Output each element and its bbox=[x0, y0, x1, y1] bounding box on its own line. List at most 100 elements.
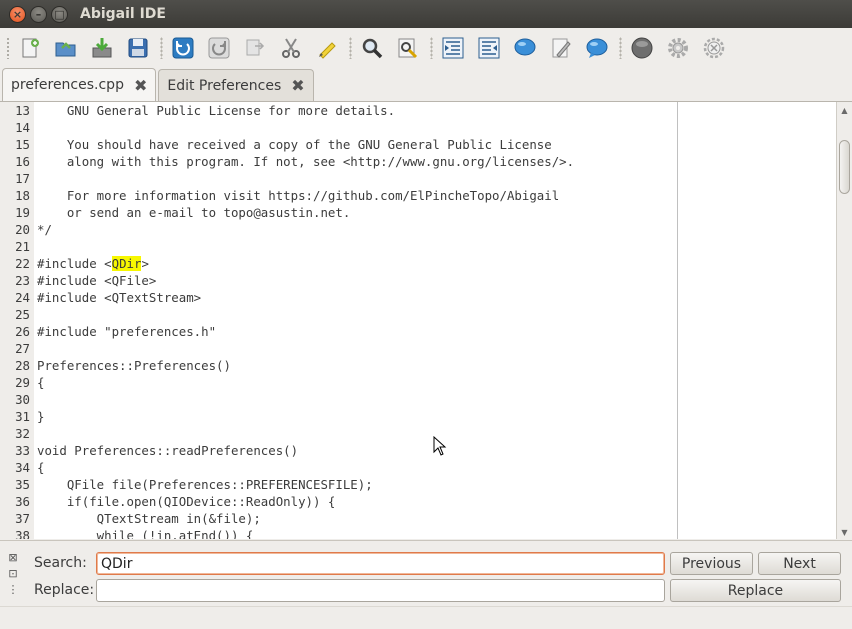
code-line[interactable]: 23 #include <QFile> bbox=[0, 272, 677, 289]
code-segment: You should have received a copy of the G… bbox=[37, 137, 552, 152]
code-line[interactable]: 20 */ bbox=[0, 221, 677, 238]
build-settings-button[interactable] bbox=[700, 34, 728, 62]
code-text[interactable]: QFile file(Preferences::PREFERENCESFILE)… bbox=[30, 476, 373, 493]
find-button[interactable] bbox=[358, 34, 386, 62]
window-close-button[interactable]: × bbox=[9, 5, 26, 23]
code-text[interactable]: For more information visit https://githu… bbox=[30, 187, 559, 204]
paste-button[interactable] bbox=[313, 34, 341, 62]
new-file-button[interactable] bbox=[16, 34, 44, 62]
code-text[interactable]: if(file.open(QIODevice::ReadOnly)) { bbox=[30, 493, 336, 510]
code-text[interactable] bbox=[30, 119, 37, 136]
editor-tabs: preferences.cpp ✖ Edit Preferences ✖ bbox=[0, 68, 852, 101]
comment-button[interactable] bbox=[511, 34, 539, 62]
code-text[interactable]: { bbox=[30, 374, 44, 391]
tab-preferences-cpp[interactable]: preferences.cpp ✖ bbox=[2, 68, 157, 101]
code-text[interactable] bbox=[30, 306, 37, 323]
line-number: 32 bbox=[15, 426, 30, 441]
code-text[interactable]: #include <QTextStream> bbox=[30, 289, 201, 306]
code-line[interactable]: 29 { bbox=[0, 374, 677, 391]
code-line[interactable]: 16 along with this program. If not, see … bbox=[0, 153, 677, 170]
code-line[interactable]: 36 if(file.open(QIODevice::ReadOnly)) { bbox=[0, 493, 677, 510]
copy-icon bbox=[246, 39, 265, 56]
code-text[interactable]: } bbox=[30, 408, 44, 425]
tab-edit-preferences[interactable]: Edit Preferences ✖ bbox=[158, 69, 314, 101]
replace-button[interactable]: Replace bbox=[670, 579, 841, 602]
code-line[interactable]: 30 bbox=[0, 391, 677, 408]
scroll-down-arrow-icon[interactable]: ▼ bbox=[837, 524, 852, 539]
tab-close-icon[interactable]: ✖ bbox=[291, 76, 304, 95]
code-line[interactable]: 22 #include <QDir> bbox=[0, 255, 677, 272]
code-line[interactable]: 31} bbox=[0, 408, 677, 425]
code-text[interactable]: */ bbox=[30, 221, 52, 238]
search-replace-panel: ⊠ ⊡ ⋮ Search: Previous Next Replace: Rep… bbox=[0, 540, 852, 606]
code-line[interactable]: 28 Preferences::Preferences() bbox=[0, 357, 677, 374]
close-panel-icon[interactable]: ⊠ bbox=[6, 549, 20, 565]
code-line[interactable]: 37 QTextStream in(&file); bbox=[0, 510, 677, 527]
window-maximize-button[interactable]: □ bbox=[51, 5, 68, 23]
cut-button[interactable] bbox=[277, 34, 305, 62]
open-file-button[interactable] bbox=[52, 34, 80, 62]
code-line[interactable]: 27 bbox=[0, 340, 677, 357]
scroll-up-arrow-icon[interactable]: ▲ bbox=[837, 102, 852, 118]
code-text[interactable]: { bbox=[30, 459, 44, 476]
vertical-scrollbar[interactable]: ▲ ▼ bbox=[836, 102, 852, 539]
code-line[interactable]: 21 bbox=[0, 238, 677, 255]
code-text[interactable]: #include <QDir> bbox=[30, 255, 149, 272]
code-text[interactable]: Preferences::Preferences() bbox=[30, 357, 231, 374]
code-text[interactable] bbox=[30, 238, 37, 255]
code-text[interactable]: QTextStream in(&file); bbox=[30, 510, 261, 527]
code-line[interactable]: 32 bbox=[0, 425, 677, 442]
code-text[interactable]: void Preferences::readPreferences() bbox=[30, 442, 298, 459]
code-text[interactable]: GNU General Public License for more deta… bbox=[30, 102, 395, 119]
code-text[interactable] bbox=[30, 391, 37, 408]
grip-icon[interactable]: ⋮ bbox=[6, 581, 20, 597]
copy-button[interactable] bbox=[241, 34, 269, 62]
next-button[interactable]: Next bbox=[758, 552, 841, 575]
window-minimize-button[interactable]: – bbox=[30, 5, 47, 23]
find-replace-button[interactable] bbox=[394, 34, 422, 62]
uncomment-button[interactable] bbox=[583, 34, 611, 62]
code-text[interactable]: #include <QFile> bbox=[30, 272, 156, 289]
settings-button[interactable] bbox=[664, 34, 692, 62]
save-file-button[interactable] bbox=[88, 34, 116, 62]
scrollbar-thumb[interactable] bbox=[839, 140, 850, 194]
code-line[interactable]: 14 bbox=[0, 119, 677, 136]
code-line[interactable]: 33 void Preferences::readPreferences() bbox=[0, 442, 677, 459]
indent-button[interactable] bbox=[439, 34, 467, 62]
tab-close-icon[interactable]: ✖ bbox=[134, 76, 147, 95]
code-text[interactable]: while (!in.atEnd()) { bbox=[30, 527, 254, 539]
code-lines[interactable]: 13 GNU General Public License for more d… bbox=[0, 102, 677, 539]
code-line[interactable]: 34 { bbox=[0, 459, 677, 476]
code-line[interactable]: 26 #include "preferences.h" bbox=[0, 323, 677, 340]
previous-button[interactable]: Previous bbox=[670, 552, 753, 575]
code-text[interactable] bbox=[30, 425, 37, 442]
code-text[interactable]: or send an e-mail to topo@asustin.net. bbox=[30, 204, 350, 221]
code-line[interactable]: 18 For more information visit https://gi… bbox=[0, 187, 677, 204]
code-line[interactable]: 19 or send an e-mail to topo@asustin.net… bbox=[0, 204, 677, 221]
undo-button[interactable] bbox=[169, 34, 197, 62]
replace-input[interactable] bbox=[96, 579, 665, 602]
toolbar-separator bbox=[349, 37, 352, 59]
code-line[interactable]: 17 bbox=[0, 170, 677, 187]
code-text[interactable]: along with this program. If not, see <ht… bbox=[30, 153, 574, 170]
code-line[interactable]: 25 bbox=[0, 306, 677, 323]
code-editor[interactable]: 13 GNU General Public License for more d… bbox=[0, 101, 852, 539]
edit-note-button[interactable] bbox=[547, 34, 575, 62]
float-panel-icon[interactable]: ⊡ bbox=[6, 565, 20, 581]
code-text[interactable] bbox=[30, 170, 37, 187]
unindent-button[interactable] bbox=[475, 34, 503, 62]
code-line[interactable]: 24 #include <QTextStream> bbox=[0, 289, 677, 306]
toolbar-grip-icon[interactable] bbox=[6, 37, 10, 59]
save-as-button[interactable] bbox=[124, 34, 152, 62]
code-text[interactable]: #include "preferences.h" bbox=[30, 323, 216, 340]
code-text[interactable]: You should have received a copy of the G… bbox=[30, 136, 552, 153]
redo-button[interactable] bbox=[205, 34, 233, 62]
code-line[interactable]: 13 GNU General Public License for more d… bbox=[0, 102, 677, 119]
stop-button[interactable] bbox=[628, 34, 656, 62]
code-line[interactable]: 38 while (!in.atEnd()) { bbox=[0, 527, 677, 539]
code-line[interactable]: 15 You should have received a copy of th… bbox=[0, 136, 677, 153]
code-line[interactable]: 35 QFile file(Preferences::PREFERENCESFI… bbox=[0, 476, 677, 493]
code-text[interactable] bbox=[30, 340, 37, 357]
line-number: 29 bbox=[15, 375, 30, 390]
search-input[interactable] bbox=[96, 552, 665, 575]
